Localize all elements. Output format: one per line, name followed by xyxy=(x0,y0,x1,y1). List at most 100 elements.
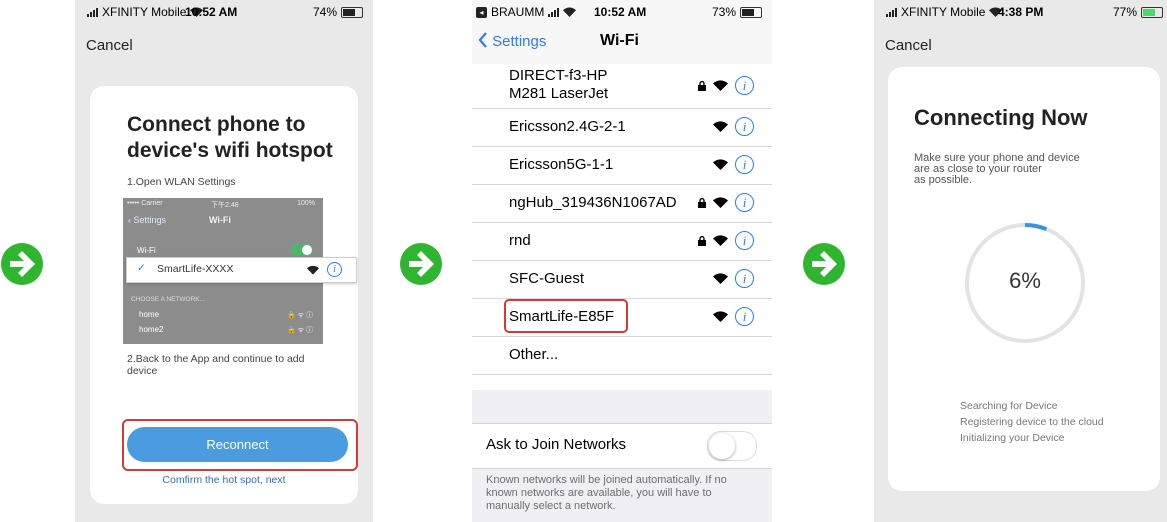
mini-network-icons: 🔒 ᯤ ⓘ xyxy=(287,327,313,334)
mini-back-label: Settings xyxy=(133,215,167,225)
network-name: Other... xyxy=(509,346,559,363)
network-icons: i xyxy=(713,307,754,326)
wifi-icon xyxy=(563,7,577,17)
network-name: DIRECT-f3-HP M281 LaserJet xyxy=(509,67,609,102)
wifi-icon xyxy=(713,80,728,91)
network-row[interactable]: Ericsson2.4G-2-1 i xyxy=(472,108,772,147)
network-row[interactable]: Ericsson5G-1-1 i xyxy=(472,146,772,185)
ask-to-join-toggle[interactable] xyxy=(707,431,757,461)
connection-steps: Searching for Device Registering device … xyxy=(960,398,1104,446)
wifi-icon xyxy=(307,265,319,275)
wifi-icon xyxy=(713,311,728,322)
ask-to-join-label: Ask to Join Networks xyxy=(486,436,627,453)
lock-icon xyxy=(698,235,706,246)
info-icon[interactable]: i xyxy=(735,193,754,212)
info-icon[interactable]: i xyxy=(735,117,754,136)
info-icon: i xyxy=(327,262,342,277)
step-2-text: 2.Back to the App and continue to add de… xyxy=(127,353,305,377)
back-label: Settings xyxy=(492,33,547,50)
back-to-app-icon[interactable]: ◂ xyxy=(476,6,487,18)
carrier-label: BRAUMM xyxy=(491,5,545,19)
mini-wifi-label: Wi-Fi xyxy=(137,246,156,255)
chevron-left-icon xyxy=(478,32,487,48)
step-1-text: 1.Open WLAN Settings xyxy=(127,176,236,188)
wifi-icon xyxy=(713,273,728,284)
network-row[interactable]: ngHub_319436N1067AD i xyxy=(472,184,772,223)
back-button[interactable]: Settings xyxy=(478,32,546,50)
signal-icon xyxy=(548,7,560,17)
selected-network-callout: ✓ SmartLife-XXXX i xyxy=(126,257,357,283)
reconnect-button[interactable]: Reconnect xyxy=(127,427,348,462)
checkmark-icon: ✓ xyxy=(137,262,146,274)
lock-icon xyxy=(698,80,706,91)
network-name: Ericsson5G-1-1 xyxy=(509,156,614,173)
info-icon[interactable]: i xyxy=(735,307,754,326)
step-registering: Registering device to the cloud xyxy=(960,416,1104,428)
page-title: Connect phone to device's wifi hotspot xyxy=(127,113,333,162)
mini-network-home2: home2 xyxy=(139,325,164,334)
status-time: 10:52 AM xyxy=(594,5,647,19)
page-title: Connecting Now xyxy=(914,105,1088,130)
battery-percent: 73% xyxy=(711,5,736,19)
phone-screen-connecting: XFINITY Mobile 4:38 PM 77% Cancel Connec… xyxy=(874,0,1167,522)
lock-icon xyxy=(698,197,706,208)
mini-time: 下午2:48 xyxy=(211,202,239,209)
cancel-button[interactable]: Cancel xyxy=(885,37,932,54)
network-row[interactable]: SFC-Guest i xyxy=(472,260,772,299)
mini-back: ‹ Settings xyxy=(128,215,167,225)
mini-title: Wi-Fi xyxy=(209,215,231,225)
wifi-icon xyxy=(713,159,728,170)
arrow-right-icon xyxy=(400,243,442,285)
page-title: Wi-Fi xyxy=(600,32,639,49)
status-bar: XFINITY Mobile 4:38 PM 77% xyxy=(874,0,1167,22)
mini-battery: 100% xyxy=(297,200,315,207)
signal-icon xyxy=(87,7,98,17)
confirm-hotspot-link[interactable]: Comfirm the hot spot, next xyxy=(90,474,358,486)
network-name: rnd xyxy=(509,232,531,249)
subtitle-text: Make sure your phone and device are as c… xyxy=(914,152,1080,186)
mini-carrier: ••••• Carrier xyxy=(127,200,163,207)
hotspot-card: Connect phone to device's wifi hotspot 1… xyxy=(90,86,358,504)
battery-percent: 77% xyxy=(1112,5,1137,19)
wifi-icon xyxy=(713,235,728,246)
network-icons: i xyxy=(698,193,754,212)
ask-to-join-row: Ask to Join Networks xyxy=(472,423,772,469)
phone-screen-hotspot: XFINITY Mobile 10:52 AM 74% Cancel Conne… xyxy=(75,0,373,522)
network-name: SFC-Guest xyxy=(509,270,585,287)
status-bar: XFINITY Mobile 10:52 AM 74% xyxy=(75,0,373,22)
battery-icon xyxy=(1141,6,1163,18)
mini-wifi-toggle xyxy=(291,244,313,256)
cancel-button[interactable]: Cancel xyxy=(86,37,133,54)
arrow-right-icon xyxy=(803,243,845,285)
signal-icon xyxy=(886,7,897,17)
battery-percent: 74% xyxy=(312,5,337,19)
network-name: Ericsson2.4G-2-1 xyxy=(509,118,626,135)
info-icon[interactable]: i xyxy=(735,231,754,250)
selected-network-name: SmartLife-XXXX xyxy=(157,263,234,275)
info-icon[interactable]: i xyxy=(735,269,754,288)
nav-bar: Settings Wi-Fi xyxy=(472,22,772,65)
mini-network-home: home xyxy=(139,310,160,319)
phone-screen-wifi-settings: ◂ BRAUMM 10:52 AM 73% Settings Wi-Fi DIR… xyxy=(472,0,772,522)
network-row[interactable]: Other... xyxy=(472,336,772,375)
connecting-card: Connecting Now Make sure your phone and … xyxy=(888,67,1160,491)
network-row[interactable]: rnd i xyxy=(472,222,772,261)
step-searching: Searching for Device xyxy=(960,400,1058,412)
network-list: DIRECT-f3-HP M281 LaserJet i Ericsson2.4G-… xyxy=(472,64,772,390)
arrow-right-icon xyxy=(1,243,43,285)
network-icons: i xyxy=(713,155,754,174)
network-row[interactable]: DIRECT-f3-HP M281 LaserJet i xyxy=(472,64,772,109)
progress-percent: 6% xyxy=(1009,268,1041,293)
info-icon[interactable]: i xyxy=(735,76,754,95)
carrier-label: XFINITY Mobile xyxy=(901,5,986,19)
network-icons: i xyxy=(698,76,754,95)
mini-choose-network: CHOOSE A NETWORK... xyxy=(131,296,206,303)
highlight-box xyxy=(504,299,628,333)
wifi-icon xyxy=(713,197,728,208)
mini-network-icons: 🔒 ᯤ ⓘ xyxy=(287,312,313,319)
info-icon[interactable]: i xyxy=(735,155,754,174)
step-initializing: Initializing your Device xyxy=(960,432,1065,444)
network-icons: i xyxy=(698,231,754,250)
ask-to-join-footer: Known networks will be joined automatica… xyxy=(486,474,727,512)
battery-icon xyxy=(341,6,363,18)
